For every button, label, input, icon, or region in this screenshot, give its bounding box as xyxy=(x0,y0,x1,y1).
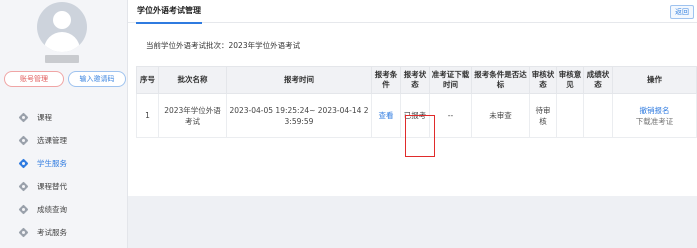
cell-review-opinion xyxy=(556,93,584,138)
column-header: 报考时间 xyxy=(226,66,372,94)
sidebar-item-grade-query[interactable]: 成绩查询 xyxy=(0,198,127,221)
sidebar-item-course-selection[interactable]: 选课管理 xyxy=(0,129,127,152)
sidebar-item-label: 考试服务 xyxy=(37,228,67,237)
cell-time: 2023-04-05 19:25:24~ 2023-04-14 23:59:59 xyxy=(226,93,372,138)
sidebar: 账号管理 输入邀请码 课程 选课管理 学生服务 课程替代 成绩查询 考试服务 xyxy=(0,0,128,248)
column-header: 操作 xyxy=(612,66,697,94)
column-header: 成绩状态 xyxy=(583,66,613,94)
cancel-registration-link[interactable]: 撤销报名 xyxy=(615,105,694,116)
sidebar-item-label: 学生服务 xyxy=(37,159,67,168)
download-ticket-link[interactable]: 下载准考证 xyxy=(615,116,694,127)
column-header: 报考条件是否达标 xyxy=(471,66,530,94)
sidebar-nav: 课程 选课管理 学生服务 课程替代 成绩查询 考试服务 xyxy=(0,106,127,244)
sidebar-item-course-substitute[interactable]: 课程替代 xyxy=(0,175,127,198)
view-condition-link[interactable]: 查看 xyxy=(379,111,394,120)
avatar-body-shape xyxy=(44,32,80,52)
sidebar-item-label: 选课管理 xyxy=(37,136,67,145)
cell-actions: 撤销报名 下载准考证 xyxy=(612,93,697,138)
cell-score-status xyxy=(583,93,613,138)
avatar-head-shape xyxy=(53,11,71,29)
table-header-row: 序号 批次名称 报考时间 报考条件 报考状态 准考证下载时间 报考条件是否达标 … xyxy=(136,66,697,94)
cell-index: 1 xyxy=(136,93,159,138)
main-panel: 学位外语考试管理 返回 当前学位外语考试批次：2023年学位外语考试 序号 批次… xyxy=(128,0,697,196)
cell-condition: 查看 xyxy=(371,93,401,138)
back-button[interactable]: 返回 xyxy=(670,5,694,19)
sidebar-item-label: 课程 xyxy=(37,113,52,122)
main-header: 学位外语考试管理 返回 xyxy=(128,0,697,24)
column-header: 审核状态 xyxy=(529,66,557,94)
sidebar-item-exam-service[interactable]: 考试服务 xyxy=(0,221,127,244)
column-header: 批次名称 xyxy=(158,66,227,94)
change-password-button[interactable]: 账号管理 xyxy=(4,71,64,87)
current-batch-text: 当前学位外语考试批次：2023年学位外语考试 xyxy=(146,41,301,50)
column-header: 审核意见 xyxy=(556,66,584,94)
sidebar-item-label: 课程替代 xyxy=(37,182,67,191)
sidebar-item-student-service[interactable]: 学生服务 xyxy=(0,152,127,175)
diamond-icon xyxy=(19,136,28,145)
invite-code-button[interactable]: 输入邀请码 xyxy=(68,71,126,87)
diamond-icon xyxy=(19,159,28,168)
column-header: 报考条件 xyxy=(371,66,401,94)
column-header: 报考状态 xyxy=(400,66,430,94)
cell-review-status: 待审核 xyxy=(529,93,557,138)
status-highlight-box xyxy=(405,115,435,157)
cell-ticket-time: -- xyxy=(429,93,472,138)
diamond-icon xyxy=(19,182,28,191)
column-header: 准考证下载时间 xyxy=(429,66,472,94)
sidebar-item-label: 成绩查询 xyxy=(37,205,67,214)
page-title: 学位外语考试管理 xyxy=(136,4,202,24)
cell-qualified: 未审查 xyxy=(471,93,530,138)
diamond-icon xyxy=(19,113,28,122)
column-header: 序号 xyxy=(136,66,159,94)
diamond-icon xyxy=(19,205,28,214)
avatar[interactable] xyxy=(37,2,87,52)
diamond-icon xyxy=(19,228,28,237)
username-redacted xyxy=(45,55,79,63)
cell-batch-name: 2023年学位外语考试 xyxy=(158,93,227,138)
sidebar-item-course[interactable]: 课程 xyxy=(0,106,127,129)
